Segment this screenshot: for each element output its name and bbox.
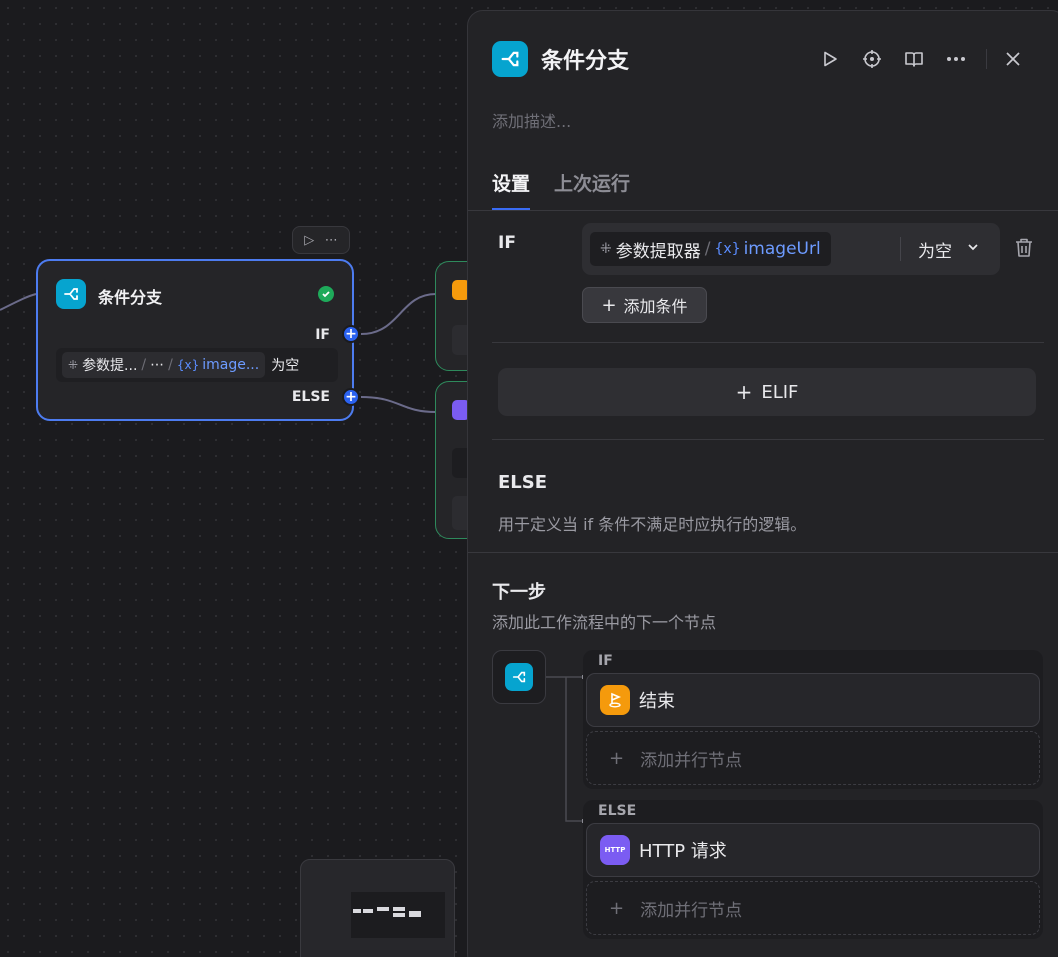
chip-source: 参数提...	[82, 358, 138, 374]
operator-select[interactable]: 为空	[918, 237, 952, 262]
variable-separator: /	[704, 239, 711, 259]
node-toolbar: ▷ ⋯	[292, 226, 350, 254]
section-divider	[492, 439, 1044, 440]
branch-icon	[505, 663, 533, 691]
success-check-icon	[318, 286, 334, 302]
add-parallel-label: 添加并行节点	[640, 750, 743, 771]
else-description: 用于定义当 if 条件不满足时应执行的逻辑。	[498, 515, 807, 534]
minimap[interactable]	[300, 859, 455, 957]
else-branch-label: ELSE	[291, 389, 330, 405]
add-parallel-node-button[interactable]: + 添加并行节点	[586, 731, 1040, 785]
next-step-title: 下一步	[492, 582, 546, 603]
next-step-source-node	[492, 650, 546, 704]
book-icon[interactable]	[900, 45, 928, 73]
end-flag-icon	[600, 685, 630, 715]
operator-divider	[900, 237, 901, 261]
variable-icon: {x}	[176, 358, 200, 372]
end-node-item[interactable]: 结束	[586, 673, 1040, 727]
chip-ellipsis: ⋯	[150, 357, 165, 373]
add-condition-button[interactable]: + 添加条件	[582, 287, 707, 323]
add-parallel-label: 添加并行节点	[640, 900, 743, 921]
minimap-node	[353, 909, 361, 913]
minimap-node	[409, 911, 421, 917]
chip-separator-2: /	[168, 357, 173, 373]
run-node-icon[interactable]	[816, 45, 844, 73]
chevron-down-icon[interactable]	[966, 239, 980, 258]
plus-icon: +	[609, 897, 625, 919]
panel-tabs: 设置 上次运行	[492, 169, 654, 211]
minimap-node	[377, 907, 389, 911]
if-branch-label: IF	[315, 327, 330, 343]
tab-settings[interactable]: 设置	[492, 169, 531, 211]
if-section-label: IF	[498, 233, 516, 253]
description-input[interactable]: 添加描述...	[492, 108, 571, 132]
plus-icon: +	[735, 380, 753, 404]
close-icon[interactable]	[999, 45, 1027, 73]
variable-chip: ⁜ 参数提... / ⋯ / {x} image...	[62, 352, 266, 378]
else-branch-group: ELSE HTTP HTTP 请求 + 添加并行节点	[583, 800, 1043, 939]
else-title: ELSE	[498, 472, 548, 493]
http-node-label: HTTP 请求	[639, 841, 727, 862]
variable-icon: {x}	[714, 241, 741, 257]
http-icon-text: HTTP	[604, 846, 626, 854]
if-branch-group: IF 结束 + 添加并行节点	[583, 650, 1043, 789]
panel-header: 条件分支	[492, 41, 629, 77]
condition-node[interactable]: 条件分支 IF ⁜ 参数提... / ⋯ / {x} image... 为空 E…	[36, 259, 354, 421]
next-step-connectors	[546, 675, 586, 823]
more-icon[interactable]	[942, 45, 970, 73]
chip-variable: image...	[202, 357, 260, 373]
locate-icon[interactable]	[858, 45, 886, 73]
http-node-item[interactable]: HTTP HTTP 请求	[586, 823, 1040, 877]
plus-icon: +	[609, 747, 625, 769]
node-settings-panel: 条件分支 添加描述... 设置 上次运行 IF ⁜ 参数提取器 / {x} im	[467, 10, 1058, 957]
play-icon[interactable]: ▷	[304, 233, 314, 248]
elif-label: ELIF	[761, 381, 799, 403]
node-condition: ⁜ 参数提... / ⋯ / {x} image... 为空	[56, 348, 338, 382]
minimap-node	[363, 909, 373, 913]
grid-icon: ⁜	[600, 241, 612, 257]
section-divider	[468, 552, 1058, 553]
else-handle-add-icon[interactable]: +	[342, 388, 360, 406]
condition-operator: 为空	[271, 358, 300, 374]
branch-icon	[56, 279, 86, 309]
condition-row[interactable]: ⁜ 参数提取器 / {x} imageUrl 为空	[582, 223, 1000, 275]
panel-actions	[816, 45, 1041, 73]
actions-divider	[986, 49, 987, 69]
next-step-description: 添加此工作流程中的下一个节点	[492, 613, 717, 632]
variable-selector[interactable]: ⁜ 参数提取器 / {x} imageUrl	[590, 232, 831, 266]
plus-icon: +	[601, 294, 617, 316]
if-handle-add-icon[interactable]: +	[342, 325, 360, 343]
minimap-viewport	[351, 892, 445, 938]
branch-label: IF	[598, 653, 613, 669]
delete-condition-icon[interactable]	[1014, 237, 1034, 263]
panel-title[interactable]: 条件分支	[541, 43, 629, 75]
grid-icon: ⁜	[68, 358, 79, 372]
end-node-label: 结束	[639, 691, 675, 712]
branch-icon	[492, 41, 528, 77]
minimap-node	[393, 913, 405, 917]
tabs-divider	[468, 210, 1058, 211]
add-condition-label: 添加条件	[623, 297, 688, 316]
section-divider	[492, 342, 1044, 343]
more-icon[interactable]: ⋯	[325, 233, 338, 248]
minimap-node	[393, 907, 405, 911]
http-icon: HTTP	[600, 835, 630, 865]
tab-last-run[interactable]: 上次运行	[554, 169, 630, 211]
add-elif-button[interactable]: + ELIF	[498, 368, 1036, 416]
branch-label: ELSE	[598, 803, 637, 819]
variable-source: 参数提取器	[615, 241, 701, 262]
variable-name: imageUrl	[743, 239, 821, 259]
add-parallel-node-button[interactable]: + 添加并行节点	[586, 881, 1040, 935]
chip-separator: /	[141, 357, 147, 373]
node-title: 条件分支	[98, 288, 163, 307]
